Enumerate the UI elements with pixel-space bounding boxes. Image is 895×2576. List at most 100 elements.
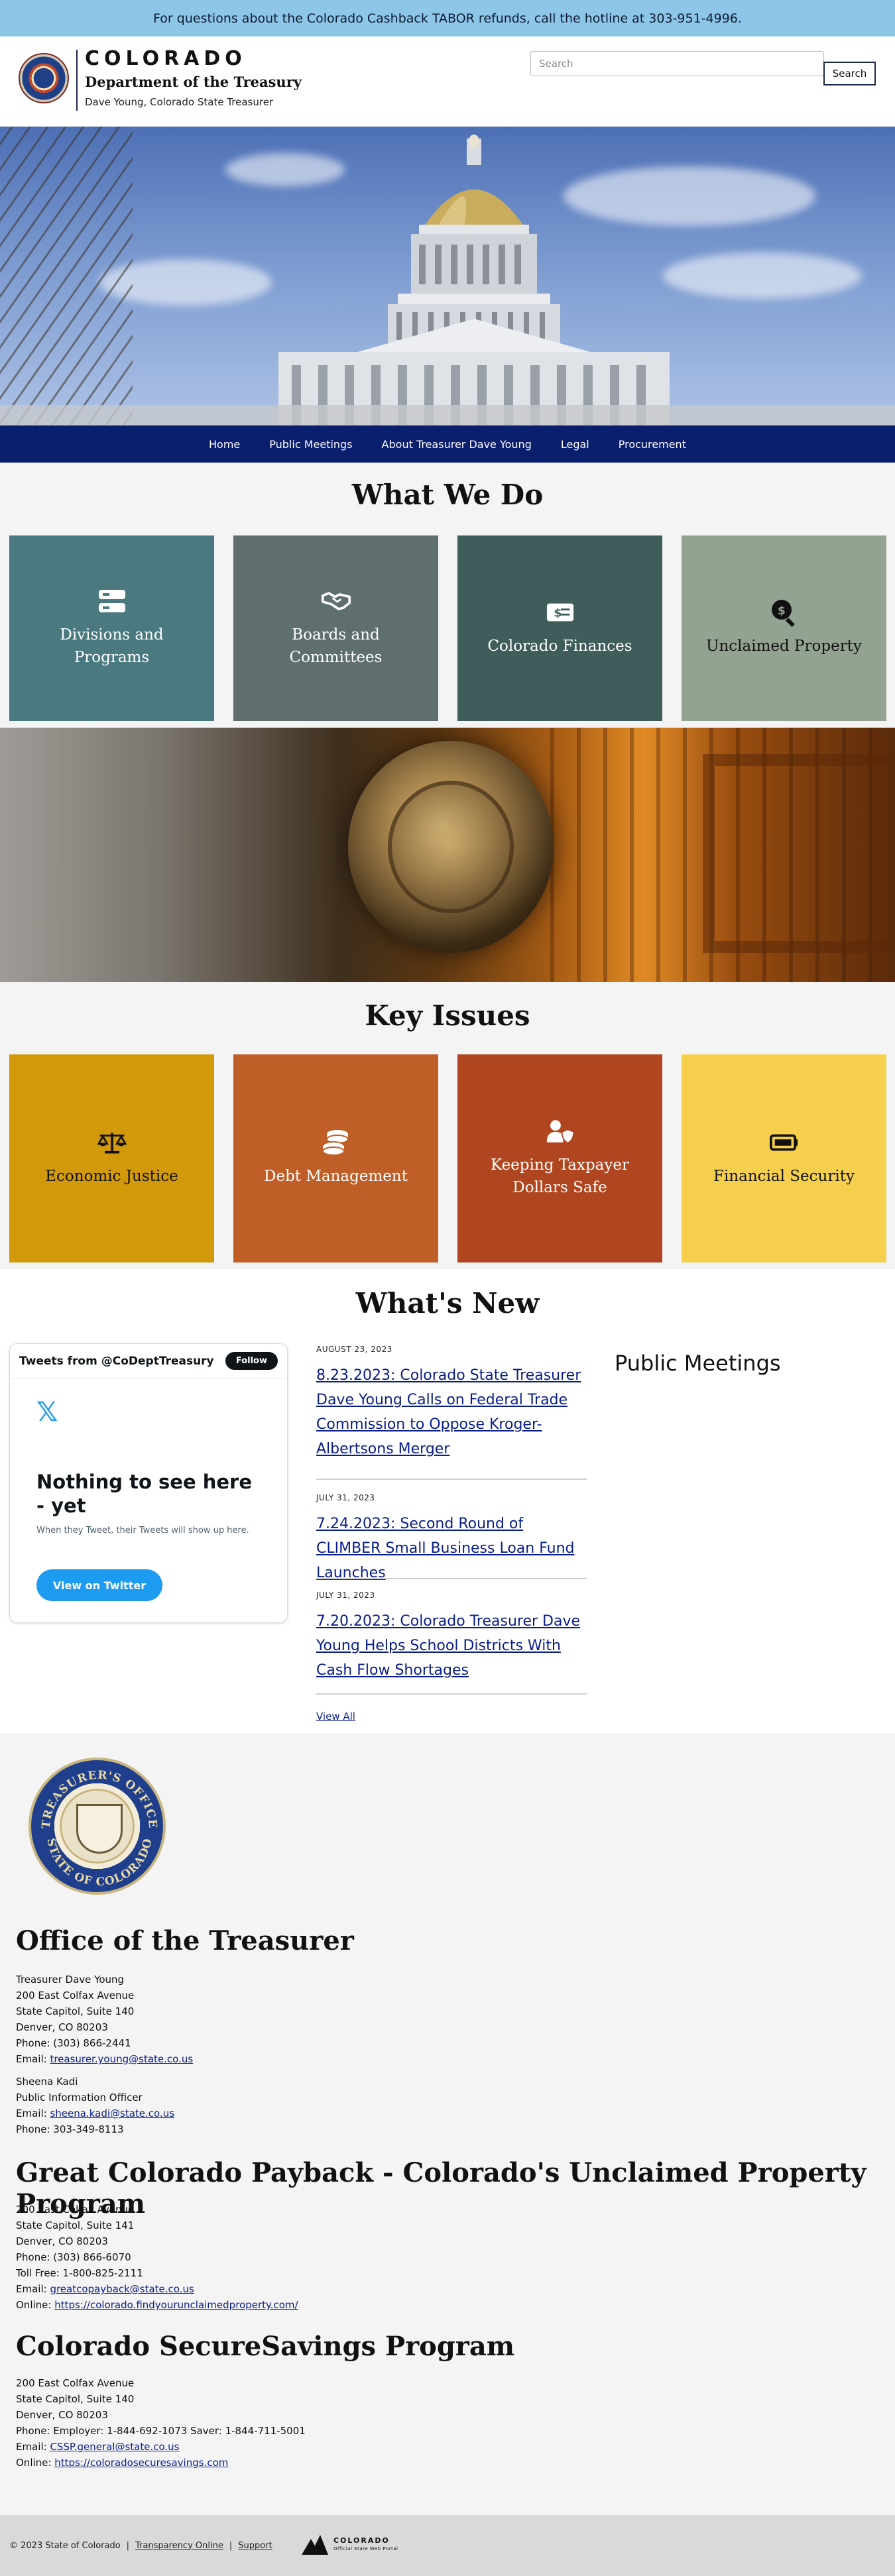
news-divider	[316, 1693, 587, 1695]
twitter-empty-subtitle: When they Tweet, their Tweets will show …	[36, 1526, 249, 1536]
portal-logo-sub: Official State Web Portal	[333, 2546, 398, 2551]
coins-icon	[322, 1129, 351, 1156]
list-icon	[97, 588, 127, 614]
news-link[interactable]: 8.23.2023: Colorado State Treasurer Dave…	[316, 1363, 587, 1461]
handshake-icon	[321, 588, 351, 614]
site-header: COLORADO Department of the Treasury Dave…	[0, 36, 895, 127]
tile-label: Boards and Committees	[289, 626, 383, 666]
brand-department[interactable]: Department of the Treasury	[85, 74, 302, 90]
tile-economic-justice[interactable]: Economic Justice	[9, 1054, 214, 1262]
nav-home[interactable]: Home	[194, 438, 255, 451]
brand-subtitle: Dave Young, Colorado State Treasurer	[85, 96, 274, 108]
money-bill-icon: $	[546, 599, 575, 626]
news-date: AUGUST 23, 2023	[316, 1345, 392, 1354]
contact-line: State Capitol, Suite 140	[16, 2005, 135, 2017]
key-issues-title: Key Issues	[365, 999, 530, 1032]
twitter-header-title[interactable]: Tweets from @CoDeptTreasury	[19, 1355, 214, 1368]
treasurers-office-seal: TREASURER'S OFFICE STATE OF COLORADO	[29, 1758, 166, 1895]
contact-line: Phone: (303) 866-6070	[16, 2251, 131, 2263]
tile-label: Debt Management	[264, 1168, 408, 1185]
tile-colorado-finances[interactable]: $ Colorado Finances	[457, 535, 662, 721]
contact-line: Denver, CO 80203	[16, 2235, 108, 2247]
search-button[interactable]: Search	[823, 62, 876, 85]
contact-email-line: Email: CSSP.general@state.co.us	[16, 2439, 306, 2455]
svg-text:$: $	[554, 607, 562, 620]
support-link[interactable]: Support	[238, 2541, 272, 2551]
contact-line: Phone: (303) 866-2441	[16, 2037, 131, 2049]
twitter-follow-button[interactable]: Follow	[225, 1352, 278, 1370]
brand-divider	[76, 50, 78, 111]
contact-line: Treasurer Dave Young	[16, 1974, 125, 1986]
tile-keeping-taxpayer-dollars-safe[interactable]: Keeping Taxpayer Dollars Safe	[457, 1054, 662, 1262]
portal-logo-name: COLORADO	[333, 2536, 390, 2545]
tile-label: Financial Security	[713, 1168, 855, 1185]
transparency-online-link[interactable]: Transparency Online	[135, 2541, 223, 2551]
nav-public-meetings[interactable]: Public Meetings	[255, 438, 367, 451]
contact-line: Denver, CO 80203	[16, 2409, 108, 2421]
twitter-timeline-embed: Tweets from @CoDeptTreasury Follow 𝕏 Not…	[9, 1343, 288, 1623]
email-label: Email:	[16, 2107, 50, 2119]
what-we-do-title: What We Do	[351, 478, 544, 511]
tile-debt-management[interactable]: Debt Management	[233, 1054, 438, 1262]
view-all-news-link[interactable]: View All	[316, 1710, 355, 1722]
alert-text: For questions about the Colorado Cashbac…	[153, 11, 742, 26]
tile-label: Economic Justice	[45, 1168, 178, 1185]
contact-line: Phone: Employer: 1-844-692-1073 Saver: 1…	[16, 2425, 306, 2437]
contact-email-line: Email: greatcopayback@state.co.us	[16, 2281, 298, 2297]
office-treasurer-contact: Treasurer Dave Young 200 East Colfax Ave…	[16, 1972, 193, 2137]
doorknob-photo	[0, 728, 895, 982]
twitter-header: Tweets from @CoDeptTreasury Follow	[10, 1344, 287, 1378]
search-dollar-icon: $	[770, 599, 799, 627]
payback-email-link[interactable]: greatcopayback@state.co.us	[50, 2283, 194, 2295]
contact-line: Public Information Officer	[16, 2092, 143, 2103]
news-date: JULY 31, 2023	[316, 1591, 375, 1600]
securesavings-heading: Colorado SecureSavings Program	[16, 2331, 515, 2362]
tile-divisions-programs[interactable]: Divisions and Programs	[9, 535, 214, 721]
news-divider	[316, 1479, 587, 1480]
contact-line: Denver, CO 80203	[16, 2021, 108, 2033]
brand-state-name[interactable]: COLORADO	[85, 47, 247, 70]
colorado-seal-logo[interactable]	[19, 53, 69, 103]
seal-shield	[76, 1804, 123, 1854]
news-link[interactable]: 7.24.2023: Second Round of CLIMBER Small…	[316, 1512, 587, 1585]
separator: |	[126, 2540, 130, 2551]
treasurer-email-link[interactable]: treasurer.young@state.co.us	[50, 2053, 193, 2065]
securesavings-website-link[interactable]: https://coloradosecuresavings.com	[54, 2457, 228, 2469]
doorknob-seal-relief	[388, 781, 514, 913]
tile-financial-security[interactable]: Financial Security	[682, 1054, 886, 1262]
securesavings-email-link[interactable]: CSSP.general@state.co.us	[50, 2441, 179, 2453]
contact-online-line: Online: https://coloradosecuresavings.co…	[16, 2455, 306, 2471]
colorado-portal-logo[interactable]: COLORADO Official State Web Portal	[302, 2535, 398, 2555]
email-label: Email:	[16, 2053, 50, 2065]
alert-banner: For questions about the Colorado Cashbac…	[0, 0, 895, 36]
separator: |	[229, 2540, 233, 2551]
search-input[interactable]	[530, 51, 824, 76]
contact-line: Sheena Kadi	[16, 2076, 78, 2088]
view-on-twitter-button[interactable]: View on Twitter	[36, 1569, 162, 1601]
office-treasurer-heading: Office of the Treasurer	[16, 1925, 354, 1956]
tile-unclaimed-property[interactable]: $ Unclaimed Property	[682, 535, 886, 721]
contact-line: 200 East Colfax Avenue	[16, 2377, 135, 2389]
email-label: Email:	[16, 2441, 50, 2453]
contact-line: Toll Free: 1-800-825-2111	[16, 2267, 143, 2279]
x-logo-icon: 𝕏	[36, 1397, 58, 1428]
tile-label: Divisions and Programs	[60, 626, 164, 666]
pio-email-link[interactable]: sheena.kadi@state.co.us	[50, 2107, 174, 2119]
email-label: Email:	[16, 2283, 50, 2295]
payback-website-link[interactable]: https://colorado.findyourunclaimedproper…	[54, 2299, 298, 2311]
battery-icon	[769, 1129, 799, 1156]
news-link[interactable]: 7.20.2023: Colorado Treasurer Dave Young…	[316, 1609, 587, 1683]
scale-icon	[97, 1129, 127, 1156]
user-shield-icon	[546, 1118, 575, 1145]
contact-email-line: Email: sheena.kadi@state.co.us	[16, 2105, 193, 2121]
capitol-dome-illustration	[0, 135, 895, 425]
nav-procurement[interactable]: Procurement	[604, 438, 701, 451]
tile-boards-committees[interactable]: Boards and Committees	[233, 535, 438, 721]
door-panel	[703, 754, 895, 953]
nav-legal[interactable]: Legal	[546, 438, 604, 451]
nav-about-treasurer[interactable]: About Treasurer Dave Young	[367, 438, 546, 451]
colorado-portal-logo-text: COLORADO Official State Web Portal	[333, 2537, 398, 2553]
public-meetings-heading: Public Meetings	[615, 1351, 781, 1376]
contact-line: State Capitol, Suite 141	[16, 2219, 135, 2231]
contact-line: State Capitol, Suite 140	[16, 2393, 135, 2405]
